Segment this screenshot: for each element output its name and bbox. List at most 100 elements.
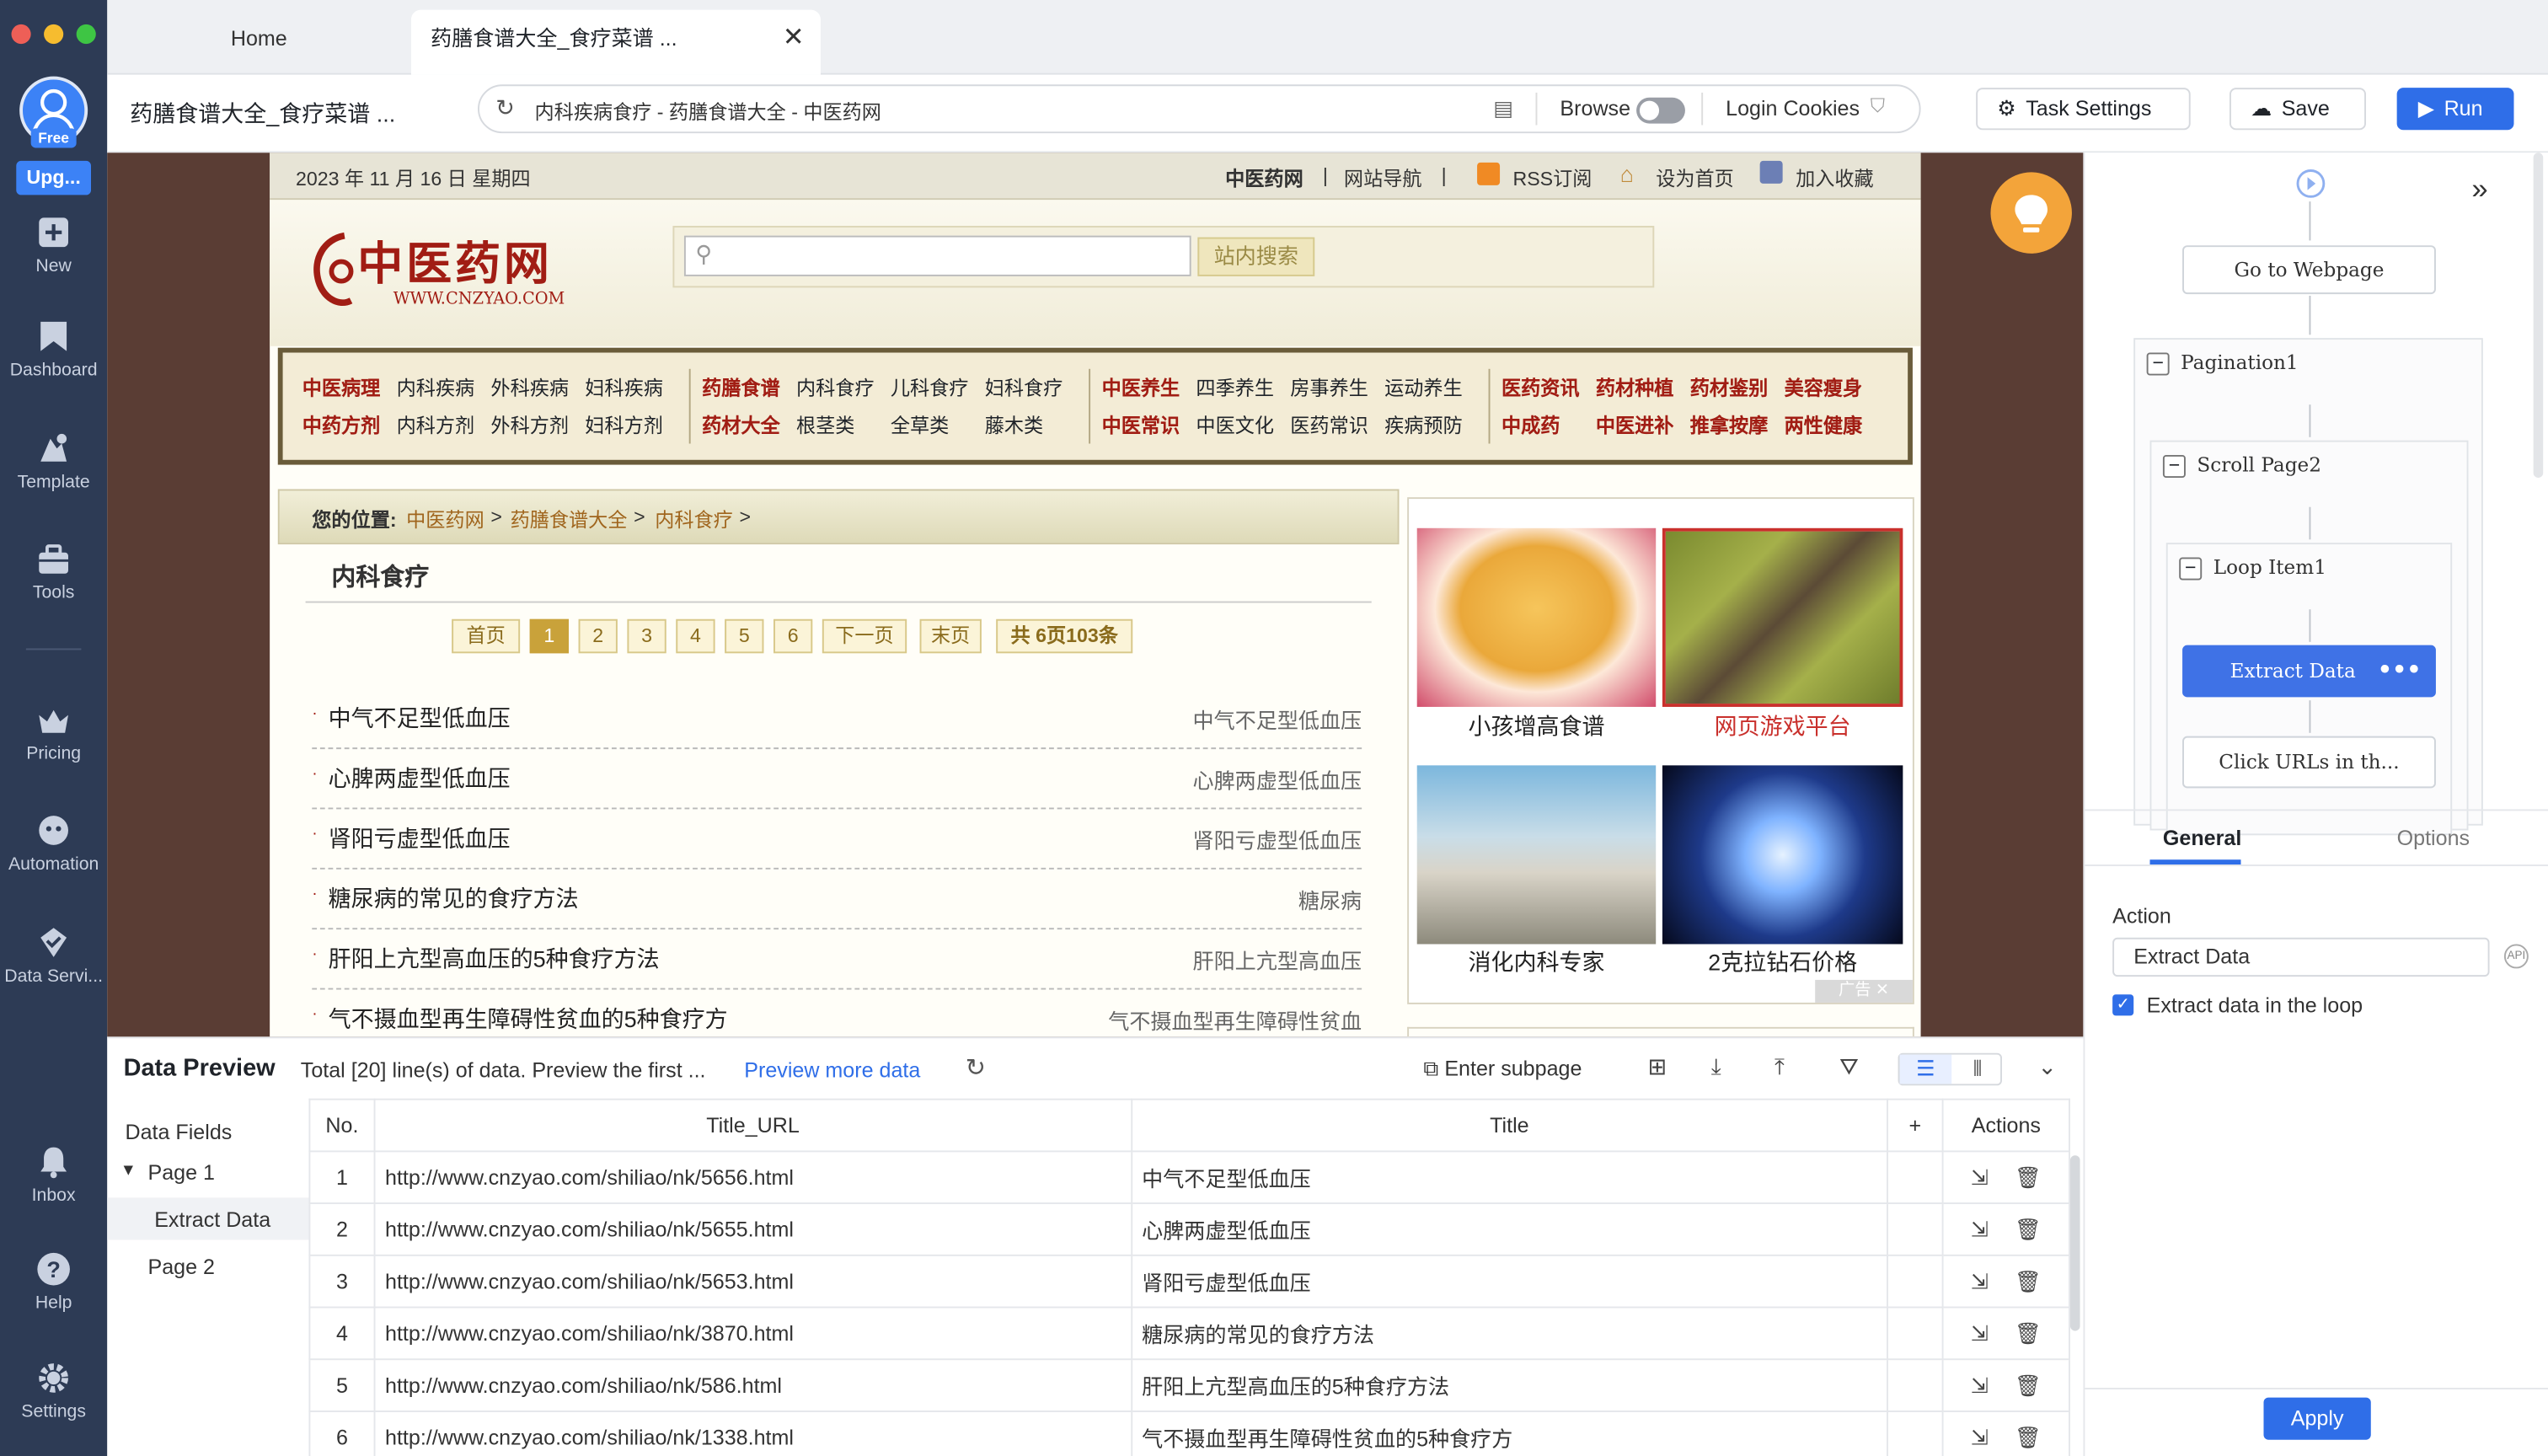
delete-row-icon[interactable]: 🗑: [2015, 1164, 2042, 1189]
page-link[interactable]: 4: [676, 618, 715, 654]
refresh-icon[interactable]: ↻: [966, 1053, 986, 1083]
collapse-panel-icon[interactable]: »: [2471, 172, 2487, 206]
list-item[interactable]: · 糖尿病的常见的食疗方法 糖尿病: [312, 870, 1362, 930]
delete-row-icon[interactable]: 🗑: [2015, 1320, 2042, 1345]
page-current[interactable]: 1: [529, 618, 569, 654]
sidebar-item-tools[interactable]: Tools: [0, 541, 107, 602]
delete-row-icon[interactable]: 🗑: [2015, 1424, 2042, 1448]
nav-link[interactable]: 中药方剂: [302, 411, 381, 439]
flow-scrollbar[interactable]: [2533, 153, 2544, 478]
page-link[interactable]: 首页: [452, 618, 521, 654]
minimize-window-button[interactable]: [44, 24, 64, 45]
cell-url[interactable]: http://www.cnzyao.com/shiliao/nk/5653.ht…: [373, 1254, 1132, 1309]
nav-link[interactable]: 药材大全: [702, 411, 780, 439]
expand-caret-icon[interactable]: ▼: [120, 1162, 136, 1180]
table-scrollbar[interactable]: [2069, 1155, 2080, 1331]
open-row-icon[interactable]: ⇲: [1971, 1217, 1989, 1241]
nav-link[interactable]: 中医文化: [1196, 411, 1274, 439]
nav-link[interactable]: 中医常识: [1102, 411, 1180, 439]
sidebar-item-automation[interactable]: Automation: [0, 812, 107, 875]
cell-url[interactable]: http://www.cnzyao.com/shiliao/nk/1338.ht…: [373, 1410, 1132, 1456]
nav-link[interactable]: 妇科疾病: [585, 374, 663, 402]
page-link[interactable]: 6: [773, 618, 813, 654]
page-link[interactable]: 末页: [919, 618, 982, 654]
delete-row-icon[interactable]: 🗑: [2015, 1268, 2042, 1293]
site-logo-text[interactable]: 中医药网: [357, 229, 552, 294]
nav-link[interactable]: 四季养生: [1196, 374, 1274, 402]
nav-link[interactable]: 中成药: [1502, 411, 1560, 439]
list-item-tag[interactable]: 肾阳亏虚型低血压: [1193, 824, 1362, 855]
site-nav-link[interactable]: 网站导航: [1344, 164, 1422, 192]
zoom-window-button[interactable]: [76, 24, 96, 45]
delete-row-icon[interactable]: 🗑: [2015, 1217, 2042, 1241]
list-item[interactable]: · 气不摄血型再生障碍性贫血的5种食疗方 气不摄血型再生障碍性贫血: [312, 989, 1362, 1036]
col-header-title[interactable]: Title: [1130, 1098, 1889, 1153]
nav-link[interactable]: 医药常识: [1290, 411, 1368, 439]
ad-image-2[interactable]: [1662, 527, 1903, 707]
set-homepage-link[interactable]: 设为首页: [1656, 164, 1734, 192]
nav-link[interactable]: 藤木类: [985, 411, 1043, 439]
collapse-scroll-icon[interactable]: −: [2162, 454, 2186, 478]
list-item-title[interactable]: 糖尿病的常见的食疗方法: [329, 882, 579, 915]
nav-link[interactable]: 根茎类: [796, 411, 854, 439]
nav-link[interactable]: 儿科食疗: [891, 374, 969, 402]
open-row-icon[interactable]: ⇲: [1971, 1424, 1989, 1448]
tab-general[interactable]: General: [2163, 826, 2241, 850]
breadcrumb-link-current[interactable]: 内科食疗: [655, 506, 733, 533]
flow-node-extract-data[interactable]: Extract Data •••: [2182, 645, 2436, 698]
flow-label-scroll[interactable]: Scroll Page2: [2197, 453, 2321, 476]
list-item-tag[interactable]: 中气不足型低血压: [1193, 704, 1362, 735]
cell-title[interactable]: 心脾两虚型低血压: [1130, 1202, 1889, 1256]
nav-link[interactable]: 外科方剂: [490, 411, 569, 439]
cell-url[interactable]: http://www.cnzyao.com/shiliao/nk/586.htm…: [373, 1358, 1132, 1412]
cell-url[interactable]: http://www.cnzyao.com/shiliao/nk/3870.ht…: [373, 1306, 1132, 1361]
nav-link[interactable]: 美容瘦身: [1785, 374, 1863, 402]
column-view-icon[interactable]: ⦀: [1951, 1055, 2004, 1084]
site-search-input[interactable]: ⚲: [683, 235, 1191, 276]
ad-caption-1[interactable]: 小孩增高食谱: [1417, 710, 1656, 743]
add-favorite-link[interactable]: 加入收藏: [1796, 164, 1874, 192]
sidebar-item-new[interactable]: New: [0, 215, 107, 276]
cell-title[interactable]: 气不摄血型再生障碍性贫血的5种食疗方: [1130, 1410, 1889, 1456]
sidebar-item-data-service[interactable]: Data Servi...: [0, 924, 107, 987]
collapse-loop-icon[interactable]: −: [2179, 557, 2203, 581]
address-bar[interactable]: ↻ 内科疾病食疗 - 药膳食谱大全 - 中医药网 ▤ Browse Login …: [477, 84, 1921, 134]
site-search-button[interactable]: 站内搜索: [1197, 237, 1315, 276]
close-tab-icon[interactable]: ✕: [783, 10, 805, 68]
cell-title[interactable]: 肝阳上亢型高血压的5种食疗方法: [1130, 1358, 1889, 1412]
ad-image-1[interactable]: [1416, 527, 1657, 707]
page-link[interactable]: 3: [627, 618, 666, 654]
upgrade-button[interactable]: Upg...: [16, 160, 91, 195]
list-item-tag[interactable]: 心脾两虚型低血压: [1193, 763, 1362, 795]
nav-link[interactable]: 中医养生: [1102, 374, 1180, 402]
page-link[interactable]: 2: [578, 618, 618, 654]
open-row-icon[interactable]: ⇲: [1971, 1268, 1989, 1293]
breadcrumb-link-recipes[interactable]: 药膳食谱大全: [511, 506, 628, 533]
rss-link[interactable]: RSS订阅: [1512, 164, 1592, 192]
nav-link[interactable]: 推拿按摩: [1690, 411, 1769, 439]
sidebar-item-dashboard[interactable]: Dashboard: [0, 318, 107, 380]
nav-link[interactable]: 中医进补: [1596, 411, 1674, 439]
nav-link[interactable]: 药材种植: [1596, 374, 1674, 402]
nav-link[interactable]: 妇科方剂: [585, 411, 663, 439]
list-view-icon[interactable]: ☰: [1899, 1054, 1952, 1084]
cell-title[interactable]: 糖尿病的常见的食疗方法: [1130, 1306, 1889, 1361]
sidebar-item-template[interactable]: Template: [0, 431, 107, 492]
cell-title[interactable]: 肾阳亏虚型低血压: [1130, 1254, 1889, 1309]
nav-link[interactable]: 药膳食谱: [702, 374, 780, 402]
ad-image-4[interactable]: [1662, 765, 1903, 945]
open-row-icon[interactable]: ⇲: [1971, 1373, 1989, 1397]
reload-icon[interactable]: ↻: [495, 94, 515, 122]
page-link[interactable]: 5: [725, 618, 764, 654]
nav-link[interactable]: 内科食疗: [796, 374, 875, 402]
more-icon[interactable]: •••: [2378, 647, 2422, 696]
nav-link[interactable]: 房事养生: [1290, 374, 1368, 402]
tips-button[interactable]: [1990, 172, 2072, 254]
task-settings-button[interactable]: ⚙ Task Settings: [1976, 88, 2191, 131]
list-item-tag[interactable]: 气不摄血型再生障碍性贫血: [1108, 1004, 1362, 1036]
sidebar-item-inbox[interactable]: Inbox: [0, 1144, 107, 1206]
extract-in-loop-checkbox[interactable]: ✓: [2112, 994, 2134, 1016]
list-item-title[interactable]: 肾阳亏虚型低血压: [329, 822, 511, 855]
tab-home[interactable]: Home: [211, 10, 307, 75]
api-icon[interactable]: API: [2503, 944, 2529, 969]
